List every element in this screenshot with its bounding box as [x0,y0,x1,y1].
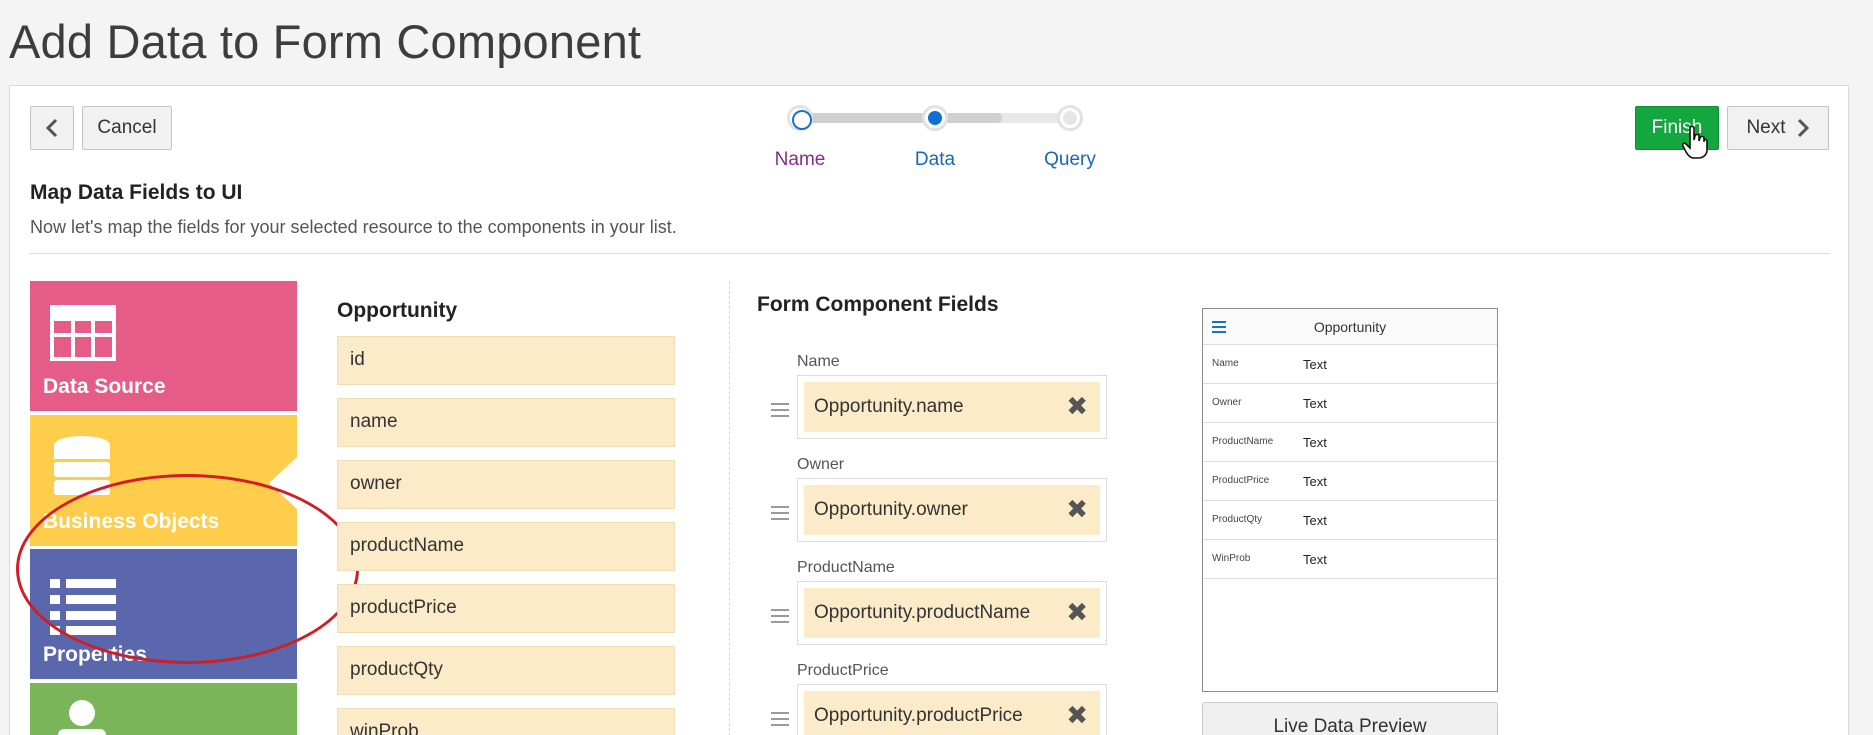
drag-handle-icon[interactable] [771,712,789,730]
preview-row-value: Text [1303,357,1327,372]
tile-actions[interactable] [30,683,297,735]
preview-row: Name Text [1203,345,1497,384]
page-title: Add Data to Form Component [9,15,642,68]
mapped-field-value: Opportunity.owner [814,499,968,520]
preview-row-value: Text [1303,435,1327,450]
chevron-left-icon [45,118,58,138]
step-dot-query[interactable] [1057,105,1083,131]
divider [30,253,1830,254]
hand-cursor-icon [1682,126,1708,159]
preview-row: ProductName Text [1203,423,1497,462]
step-label-name[interactable]: Name [750,149,850,171]
preview-row-value: Text [1303,513,1327,528]
remove-icon[interactable]: ✖ [1066,599,1088,625]
source-field[interactable]: productQty [337,646,675,695]
form-field-slot[interactable]: Opportunity.productName ✖ [797,581,1107,645]
step-dot-data[interactable] [922,105,948,131]
remove-icon[interactable]: ✖ [1066,702,1088,728]
source-field[interactable]: id [337,336,675,385]
person-icon [58,700,106,735]
step-label-query[interactable]: Query [1020,149,1120,171]
next-button-label: Next [1746,117,1786,138]
form-field-slot[interactable]: Opportunity.productPrice ✖ [797,684,1107,735]
step-dot-name[interactable] [787,105,813,131]
preview-header: Opportunity [1203,309,1497,345]
form-field-slot[interactable]: Opportunity.name ✖ [797,375,1107,439]
preview-row-key: ProductPrice [1212,475,1270,486]
chevron-right-icon [1797,118,1809,138]
form-field-label: Owner [797,456,845,473]
mapped-field-chip[interactable]: Opportunity.productName ✖ [804,588,1100,638]
source-field[interactable]: owner [337,460,675,509]
cancel-button[interactable]: Cancel [82,106,172,150]
source-object-title: Opportunity [337,299,458,322]
preview-row: WinProb Text [1203,540,1497,579]
preview-title: Opportunity [1313,319,1387,335]
source-field[interactable]: winProb [337,708,675,735]
remove-icon[interactable]: ✖ [1066,496,1088,522]
drag-handle-icon[interactable] [771,403,789,421]
form-preview: Opportunity Name Text Owner Text ProductNa… [1202,308,1498,692]
preview-row: Owner Text [1203,384,1497,423]
source-field[interactable]: productName [337,522,675,571]
preview-row: ProductQty Text [1203,501,1497,540]
preview-row-key: ProductQty [1212,514,1263,525]
remove-icon[interactable]: ✖ [1066,393,1088,419]
form-field-slot[interactable]: Opportunity.owner ✖ [797,478,1107,542]
source-field[interactable]: productPrice [337,584,675,633]
tile-label: Data Source [43,375,166,398]
preview-row-key: Name [1212,358,1239,369]
preview-row-value: Text [1303,552,1327,567]
section-title: Map Data Fields to UI [30,181,243,204]
preview-row: ProductPrice Text [1203,462,1497,501]
live-data-preview-button[interactable]: Live Data Preview [1202,702,1498,735]
mapped-field-value: Opportunity.productName [814,602,1031,623]
form-field-label: ProductName [797,559,895,576]
step-label-data[interactable]: Data [885,149,985,171]
mapped-field-chip[interactable]: Opportunity.owner ✖ [804,485,1100,535]
wizard-panel: Cancel Name Data Query Finish Next Map D… [9,85,1849,735]
mapped-field-chip[interactable]: Opportunity.productPrice ✖ [804,691,1100,735]
highlight-annotation-circle [16,474,359,664]
next-button[interactable]: Next [1727,106,1829,150]
mapped-field-value: Opportunity.productPrice [814,705,1023,726]
mapped-field-chip[interactable]: Opportunity.name ✖ [804,382,1100,432]
form-field-label: ProductPrice [797,662,889,679]
preview-row-value: Text [1303,396,1327,411]
form-fields-title: Form Component Fields [757,293,999,316]
source-field[interactable]: name [337,398,675,447]
column-divider [729,281,730,735]
stepper-track-progress [800,113,1002,123]
preview-row-key: WinProb [1212,553,1251,564]
back-button[interactable] [30,106,74,150]
tile-data-source[interactable]: Data Source [30,281,297,411]
preview-row-key: Owner [1212,397,1242,408]
table-icon [50,305,116,361]
preview-row-key: ProductName [1212,436,1274,447]
mapped-field-value: Opportunity.name [814,396,964,417]
wizard-stepper: Name Data Query [770,101,1096,171]
form-field-label: Name [797,353,840,370]
drag-handle-icon[interactable] [771,609,789,627]
preview-row-value: Text [1303,474,1327,489]
section-description: Now let's map the fields for your select… [30,217,677,237]
drag-handle-icon[interactable] [771,506,789,524]
